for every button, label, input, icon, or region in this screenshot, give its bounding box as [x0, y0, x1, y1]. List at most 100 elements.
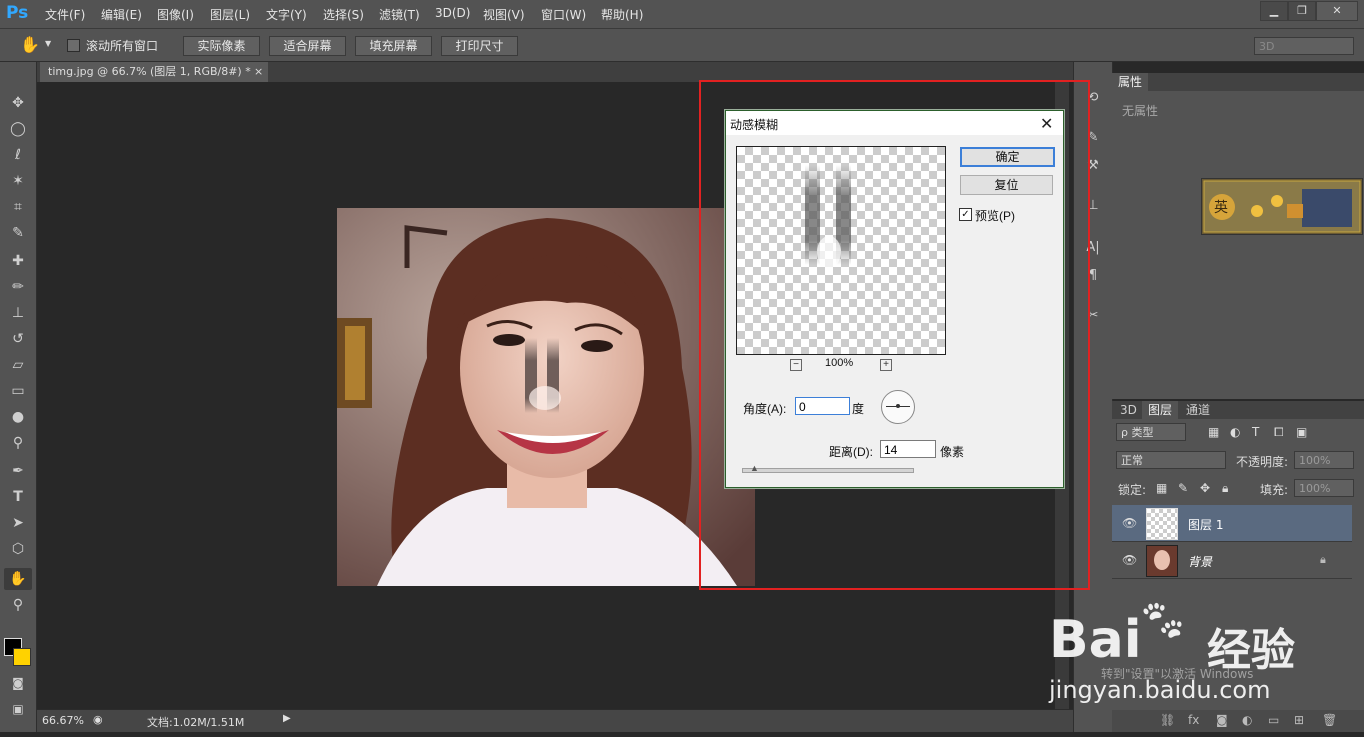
type-tool-icon[interactable]: T — [4, 486, 32, 508]
magic-wand-tool-icon[interactable]: ✶ — [4, 170, 32, 192]
close-tab-icon[interactable]: × — [254, 62, 263, 82]
eyedropper-tool-icon[interactable]: ✎ — [4, 222, 32, 244]
new-group-icon[interactable]: ▭ — [1268, 713, 1279, 727]
menu-image[interactable]: 图像(I) — [157, 6, 194, 23]
fit-screen-button[interactable]: 适合屏幕 — [269, 36, 346, 56]
fill-screen-button[interactable]: 填充屏幕 — [355, 36, 432, 56]
hand-tool-icon[interactable]: ✋ — [20, 35, 40, 54]
dodge-tool-icon[interactable]: ⚲ — [4, 432, 32, 454]
layer-name[interactable]: 背景 — [1188, 553, 1212, 570]
close-window-icon[interactable]: ✕ — [1316, 1, 1358, 21]
tools-panel: ✥ ◯ ℓ ✶ ⌗ ✎ ✚ ✏ ⊥ ↺ ▱ ▭ ● ⚲ ✒ T ➤ ⬡ ✋ ⚲ … — [0, 62, 37, 732]
menu-layer[interactable]: 图层(L) — [210, 6, 250, 23]
menu-edit[interactable]: 编辑(E) — [101, 6, 142, 23]
tab-layers[interactable]: 图层 — [1142, 401, 1179, 419]
layer-row[interactable]: 👁︎ 图层 1 — [1112, 505, 1352, 542]
minimize-icon[interactable]: ▁ — [1260, 1, 1288, 21]
properties-panel: 属性 无属性 英 — [1112, 73, 1364, 399]
actual-pixels-button[interactable]: 实际像素 — [183, 36, 260, 56]
menu-filter[interactable]: 滤镜(T) — [379, 6, 420, 23]
lock-label: 锁定: — [1118, 483, 1147, 497]
filter-pixel-icon[interactable]: ▦ — [1208, 425, 1219, 439]
menu-window[interactable]: 窗口(W) — [541, 6, 586, 23]
workspace-select[interactable]: 3D — [1254, 37, 1354, 55]
layer-style-icon[interactable]: fx — [1188, 713, 1199, 727]
path-selection-tool-icon[interactable]: ➤ — [4, 512, 32, 534]
document-tab-title: timg.jpg @ 66.7% (图层 1, RGB/8#) * — [48, 65, 251, 78]
lock-all-icon[interactable]: 🔒︎ — [1222, 481, 1228, 496]
watermark-url: jingyan.baidu.com — [1049, 676, 1271, 704]
restore-icon[interactable]: ❐ — [1288, 1, 1316, 21]
menu-3d[interactable]: 3D(D) — [435, 6, 470, 20]
photoshop-logo: Ps — [6, 3, 29, 23]
scroll-all-label: 滚动所有窗口 — [86, 39, 159, 53]
status-menu-icon[interactable]: ◉ — [93, 713, 103, 726]
watermark-brand: Bai — [1049, 610, 1142, 670]
zoom-level[interactable]: 66.67% — [42, 714, 84, 727]
gradient-tool-icon[interactable]: ▭ — [4, 380, 32, 402]
print-size-button[interactable]: 打印尺寸 — [441, 36, 518, 56]
layer-filter-select[interactable]: ρ 类型 — [1116, 423, 1186, 441]
filter-adjustment-icon[interactable]: ◐ — [1230, 425, 1240, 439]
brush-tool-icon[interactable]: ✏ — [4, 276, 32, 298]
shape-tool-icon[interactable]: ⬡ — [4, 538, 32, 560]
layer-name[interactable]: 图层 1 — [1188, 516, 1223, 533]
game-banner-image: 英 — [1201, 178, 1363, 235]
filter-shape-icon[interactable]: ⧠ — [1274, 425, 1284, 440]
highlight-box — [699, 80, 1090, 590]
lock-position-icon[interactable]: ✥ — [1200, 481, 1210, 495]
move-tool-icon[interactable]: ✥ — [4, 92, 32, 114]
zoom-tool-icon[interactable]: ⚲ — [4, 594, 32, 616]
menu-type[interactable]: 文字(Y) — [266, 6, 307, 23]
scroll-all-checkbox[interactable] — [67, 39, 80, 52]
layers-footer: ⛓ fx ◙ ◐ ▭ ⊞ 🗑︎ — [1112, 710, 1364, 732]
clone-stamp-tool-icon[interactable]: ⊥ — [4, 302, 32, 324]
adjustment-layer-icon[interactable]: ◐ — [1242, 713, 1252, 727]
layer-mask-icon[interactable]: ◙ — [1216, 713, 1228, 727]
visibility-eye-icon[interactable]: 👁︎ — [1122, 553, 1137, 567]
screen-mode-icon[interactable]: ▣ — [4, 698, 32, 720]
opacity-label: 不透明度: — [1236, 455, 1289, 469]
lasso-tool-icon[interactable]: ℓ — [4, 144, 32, 166]
paw-logo-icon: 🐾︎ — [1137, 598, 1188, 644]
menu-select[interactable]: 选择(S) — [323, 6, 364, 23]
history-brush-tool-icon[interactable]: ↺ — [4, 328, 32, 350]
lock-pixels-icon[interactable]: ✎ — [1178, 481, 1188, 495]
blur-tool-icon[interactable]: ● — [4, 406, 32, 428]
lock-transparent-icon[interactable]: ▦ — [1156, 481, 1167, 495]
document-size: 文档:1.02M/1.51M — [147, 716, 245, 729]
marquee-tool-icon[interactable]: ◯ — [4, 118, 32, 140]
background-layer-thumbnail — [1146, 545, 1178, 577]
tool-preset-chevron-icon[interactable]: ▼ — [45, 39, 51, 48]
hand-tool-active-icon[interactable]: ✋ — [4, 568, 32, 590]
healing-brush-tool-icon[interactable]: ✚ — [4, 250, 32, 272]
document-tab[interactable]: timg.jpg @ 66.7% (图层 1, RGB/8#) * × — [40, 62, 268, 82]
menu-file[interactable]: 文件(F) — [45, 6, 85, 23]
fill-input[interactable]: 100% — [1294, 479, 1354, 497]
status-arrow-icon[interactable]: ▶ — [283, 713, 291, 724]
filter-type-icon[interactable]: T — [1252, 425, 1259, 439]
new-layer-icon[interactable]: ⊞ — [1294, 713, 1304, 727]
quick-mask-icon[interactable]: ◙ — [4, 672, 32, 694]
options-bar: ✋ ▼ 滚动所有窗口 实际像素 适合屏幕 填充屏幕 打印尺寸 3D — [0, 29, 1364, 62]
layer-thumbnail — [1146, 508, 1178, 540]
layer-row[interactable]: 👁︎ 背景 🔒︎ — [1112, 542, 1352, 579]
tab-properties[interactable]: 属性 — [1112, 73, 1149, 91]
opacity-input[interactable]: 100% — [1294, 451, 1354, 469]
fill-label: 填充: — [1260, 483, 1289, 497]
pen-tool-icon[interactable]: ✒ — [4, 460, 32, 482]
filter-smart-object-icon[interactable]: ▣ — [1296, 425, 1307, 439]
eraser-tool-icon[interactable]: ▱ — [4, 354, 32, 376]
menu-view[interactable]: 视图(V) — [483, 6, 525, 23]
visibility-eye-icon[interactable]: 👁︎ — [1122, 516, 1137, 530]
link-layers-icon[interactable]: ⛓ — [1160, 713, 1175, 727]
tab-3d[interactable]: 3D — [1114, 401, 1143, 419]
status-bar: 66.67% ◉ 文档:1.02M/1.51M ▶ — [37, 709, 1109, 732]
blend-mode-select[interactable]: 正常 — [1116, 451, 1226, 469]
crop-tool-icon[interactable]: ⌗ — [4, 196, 32, 218]
background-color-swatch[interactable] — [13, 648, 31, 666]
tab-channels[interactable]: 通道 — [1180, 401, 1216, 419]
menu-help[interactable]: 帮助(H) — [601, 6, 643, 23]
menu-bar: Ps 文件(F) 编辑(E) 图像(I) 图层(L) 文字(Y) 选择(S) 滤… — [0, 0, 1364, 29]
delete-layer-icon[interactable]: 🗑︎ — [1322, 713, 1337, 727]
